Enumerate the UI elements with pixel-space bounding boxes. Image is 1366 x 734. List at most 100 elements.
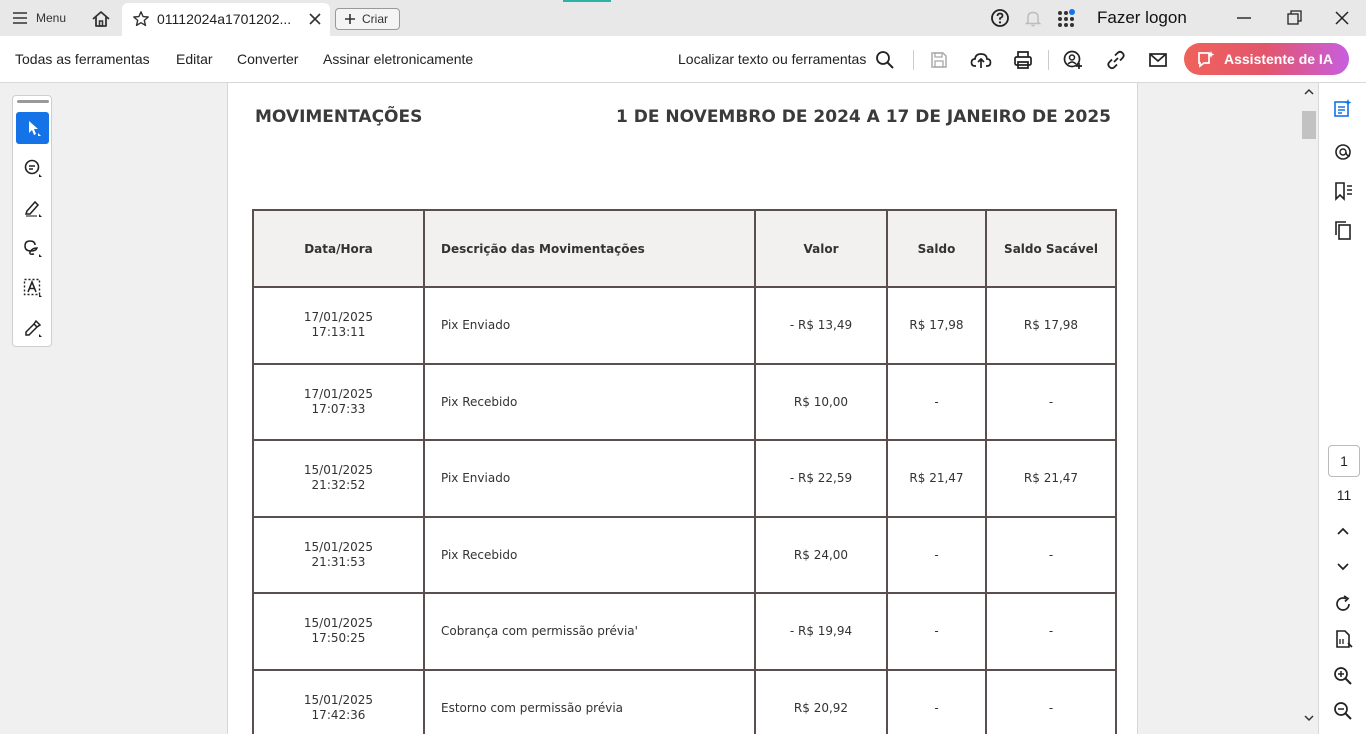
scrollbar-thumb[interactable]: [1302, 111, 1316, 139]
menu-esign[interactable]: Assinar eletronicamente: [323, 51, 473, 67]
column-header-value: Valor: [754, 209, 888, 288]
sign-tool[interactable]: [16, 312, 49, 344]
column-header-description: Descrição das Movimentações: [423, 209, 756, 288]
menu-all-tools[interactable]: Todas as ferramentas: [15, 51, 150, 67]
share-user-icon[interactable]: [1062, 49, 1084, 71]
transactions-table: Data/Hora Descrição das Movimentações Va…: [252, 209, 1117, 734]
vertical-scrollbar[interactable]: [1300, 83, 1318, 734]
cell-time: 17:07:33: [311, 401, 366, 416]
palette-grip[interactable]: [17, 100, 49, 103]
cell-withdrawable: R$ 21,47: [985, 439, 1117, 518]
cell-date: 15/01/2025: [303, 692, 374, 707]
bookmarks-icon[interactable]: [1332, 180, 1354, 202]
mail-icon[interactable]: [1147, 49, 1169, 71]
cell-description: Pix Enviado: [423, 439, 756, 518]
pages-icon[interactable]: [1332, 219, 1354, 241]
statement-title: MOVIMENTAÇÕES: [255, 107, 423, 127]
right-panel-rail: 1 11: [1318, 83, 1366, 734]
cell-withdrawable: -: [985, 592, 1117, 671]
cell-description: Pix Enviado: [423, 286, 756, 365]
cell-value: - R$ 19,94: [754, 592, 888, 671]
zoom-in-icon[interactable]: [1332, 665, 1354, 687]
cell-value: R$ 10,00: [754, 362, 888, 441]
fit-page-icon[interactable]: [1332, 628, 1354, 650]
column-header-withdrawable: Saldo Sacável: [985, 209, 1117, 288]
zoom-out-icon[interactable]: [1332, 700, 1354, 722]
cell-balance: -: [886, 668, 987, 734]
cell-description: Estorno com permissão prévia: [423, 668, 756, 734]
search-icon[interactable]: [874, 49, 896, 71]
cell-time: 17:13:11: [311, 325, 366, 340]
cell-balance: -: [886, 592, 987, 671]
ai-assistant-button[interactable]: Assistente de IA: [1184, 43, 1349, 75]
save-icon[interactable]: [928, 49, 950, 71]
rotate-icon[interactable]: [1332, 593, 1354, 615]
table-row: 17/01/2025 17:13:11 Pix Enviado - R$ 13,4…: [252, 286, 1117, 365]
scroll-up-arrow-icon[interactable]: [1303, 87, 1315, 97]
column-header-date: Data/Hora: [252, 209, 425, 288]
link-icon[interactable]: [1105, 49, 1127, 71]
cell-datetime: 15/01/2025 17:42:36: [252, 668, 425, 734]
cell-time: 21:32:52: [311, 478, 366, 493]
comments-panel-icon[interactable]: [1332, 141, 1354, 163]
table-row: 17/01/2025 17:07:33 Pix Recebido R$ 10,00…: [252, 362, 1117, 441]
cell-balance: R$ 21,47: [886, 439, 987, 518]
cell-withdrawable: -: [985, 668, 1117, 734]
edit-pdf-icon[interactable]: [1332, 97, 1354, 119]
menu-label: Menu: [36, 11, 67, 25]
cell-balance: R$ 17,98: [886, 286, 987, 365]
plus-icon: [345, 14, 355, 24]
comment-icon: [24, 159, 42, 177]
table-row: 15/01/2025 17:42:36 Estorno com permissão…: [252, 668, 1117, 734]
separator: [1048, 50, 1049, 70]
cell-datetime: 15/01/2025 21:32:52: [252, 439, 425, 518]
upload-cloud-icon[interactable]: [970, 49, 992, 71]
cell-time: 17:42:36: [311, 707, 366, 722]
close-icon[interactable]: [308, 12, 322, 26]
minimize-icon[interactable]: [1232, 6, 1256, 30]
table-header-row: Data/Hora Descrição das Movimentações Va…: [252, 209, 1117, 288]
draw-tool[interactable]: [16, 232, 49, 264]
text-box-icon: [23, 278, 42, 297]
print-icon[interactable]: [1012, 49, 1034, 71]
column-header-balance: Saldo: [886, 209, 987, 288]
create-label: Criar: [362, 12, 388, 26]
comment-tool[interactable]: [16, 152, 49, 184]
cell-datetime: 17/01/2025 17:13:11: [252, 286, 425, 365]
cell-datetime: 15/01/2025 17:50:25: [252, 592, 425, 671]
menu-button[interactable]: Menu: [12, 8, 66, 28]
close-window-icon[interactable]: [1330, 6, 1354, 30]
document-tab[interactable]: 01112024a1701202...: [122, 3, 330, 36]
cell-withdrawable: R$ 17,98: [985, 286, 1117, 365]
tab-label: 01112024a1701202...: [157, 11, 292, 27]
next-page-icon[interactable]: [1332, 555, 1354, 577]
table-row: 15/01/2025 21:32:52 Pix Enviado - R$ 22,5…: [252, 439, 1117, 518]
home-icon[interactable]: [90, 8, 112, 30]
previous-page-icon[interactable]: [1332, 521, 1354, 543]
help-icon[interactable]: [990, 8, 1010, 28]
table-row: 15/01/2025 17:50:25 Cobrança com permissã…: [252, 592, 1117, 671]
separator: [913, 50, 914, 70]
text-tool[interactable]: [16, 272, 49, 304]
scroll-down-arrow-icon[interactable]: [1303, 713, 1315, 723]
cell-value: R$ 20,92: [754, 668, 888, 734]
highlight-tool[interactable]: [16, 192, 49, 224]
page-number-input[interactable]: 1: [1328, 445, 1360, 477]
cell-value: - R$ 22,59: [754, 439, 888, 518]
select-tool[interactable]: [16, 112, 49, 144]
menu-convert[interactable]: Converter: [237, 51, 298, 67]
find-text-or-tools[interactable]: Localizar texto ou ferramentas: [678, 51, 866, 67]
cell-description: Cobrança com permissão prévia': [423, 592, 756, 671]
cell-date: 15/01/2025: [303, 539, 374, 554]
menu-edit[interactable]: Editar: [176, 51, 213, 67]
restore-icon[interactable]: [1282, 6, 1306, 30]
star-icon[interactable]: [132, 10, 150, 28]
apps-icon[interactable]: [1056, 8, 1076, 28]
create-button[interactable]: Criar: [335, 8, 400, 30]
sign-in-link[interactable]: Fazer logon: [1097, 8, 1187, 28]
cell-description: Pix Recebido: [423, 362, 756, 441]
cell-balance: -: [886, 515, 987, 594]
bell-icon[interactable]: [1023, 8, 1043, 28]
accent-line: [563, 0, 611, 2]
ai-assistant-icon: [1198, 51, 1215, 68]
